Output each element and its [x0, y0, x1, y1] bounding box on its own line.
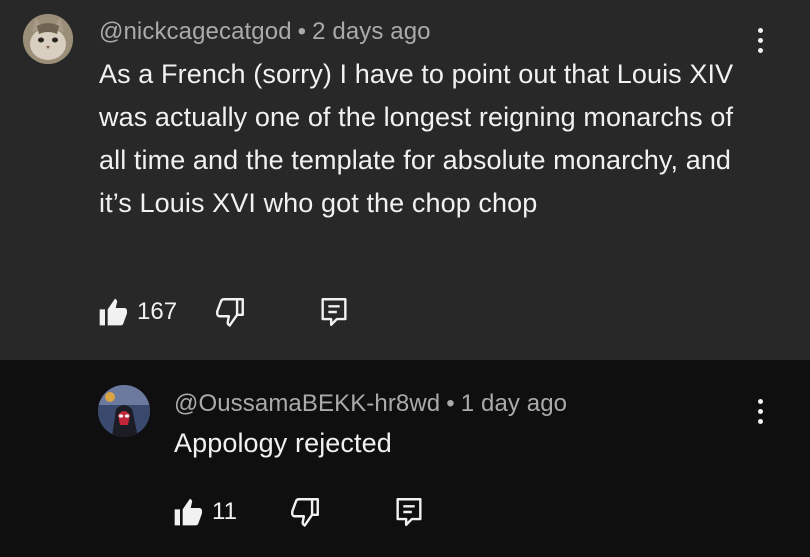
reply-comment-icon: [396, 498, 422, 526]
more-options-button[interactable]: [748, 22, 772, 58]
more-vertical-icon: [757, 398, 763, 404]
reply-like-count: 11: [212, 498, 237, 525]
dislike-button[interactable]: [213, 292, 247, 332]
author-avatar[interactable]: [23, 14, 73, 64]
spiderman-avatar-image: [98, 385, 150, 437]
reply-meta: @OussamaBEKK-hr8wd • 1 day ago: [174, 390, 567, 418]
reply-text: Appology rejected: [174, 428, 392, 458]
meta-separator: •: [297, 18, 307, 45]
reply-more-options-button[interactable]: [748, 393, 772, 429]
reply-dislike-button[interactable]: [288, 492, 322, 532]
comment-meta: @nickcagecatgod • 2 days ago: [99, 18, 431, 46]
comment-thread-main: @nickcagecatgod • 2 days ago As a French (…: [0, 0, 810, 360]
comment-text: As a French (sorry) I have to point out …: [99, 59, 734, 218]
thumbs-up-icon: [99, 298, 127, 326]
reply-timestamp[interactable]: 1 day ago: [461, 390, 567, 417]
like-count: 167: [137, 298, 178, 325]
reply-reply-button[interactable]: [392, 492, 426, 532]
reply-author-name[interactable]: @OussamaBEKK-hr8wd: [174, 390, 440, 417]
reply-comment-icon: [321, 298, 347, 326]
reply-button[interactable]: [317, 292, 351, 332]
like-button[interactable]: 167: [97, 292, 177, 332]
thumbs-up-icon: [174, 498, 202, 526]
reply-author-avatar[interactable]: [98, 385, 150, 437]
reply-like-button[interactable]: 11: [172, 492, 237, 532]
more-vertical-icon: [757, 27, 763, 33]
author-name[interactable]: @nickcagecatgod: [99, 18, 292, 45]
thumbs-down-icon: [291, 498, 319, 527]
meta-separator: •: [446, 390, 455, 417]
cat-avatar-image: [23, 14, 73, 64]
comment-timestamp[interactable]: 2 days ago: [312, 18, 430, 45]
thumbs-down-icon: [216, 298, 244, 327]
